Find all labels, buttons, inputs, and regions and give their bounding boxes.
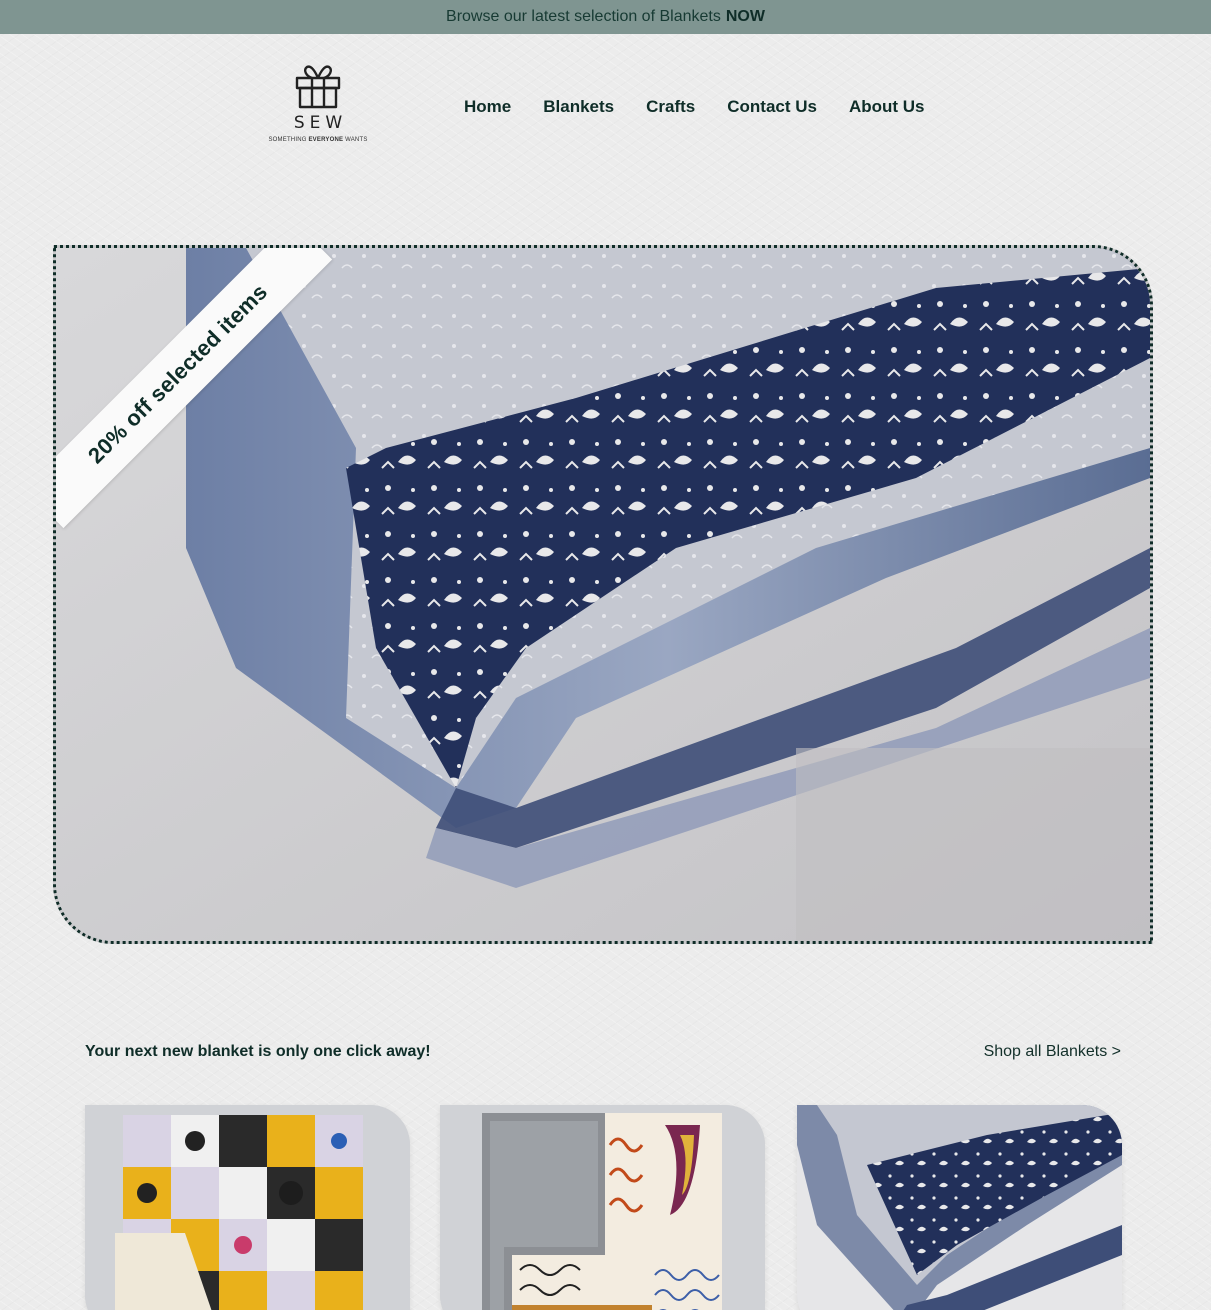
main-nav: Home Blankets Crafts Contact Us About Us	[464, 97, 957, 117]
nav-crafts[interactable]: Crafts	[646, 97, 695, 117]
product-image-3	[797, 1105, 1122, 1310]
announcement-emphasis[interactable]: NOW	[726, 8, 765, 26]
product-card-3[interactable]	[797, 1105, 1122, 1310]
nav-about-us[interactable]: About Us	[849, 97, 925, 117]
announcement-bar: Browse our latest selection of Blankets …	[0, 0, 1211, 34]
product-image-1	[85, 1105, 410, 1310]
product-image-2	[440, 1105, 765, 1310]
nav-home[interactable]: Home	[464, 97, 511, 117]
nav-blankets[interactable]: Blankets	[543, 97, 614, 117]
shop-all-blankets-link[interactable]: Shop all Blankets >	[984, 1043, 1121, 1061]
product-card-1[interactable]	[85, 1105, 410, 1310]
hero-banner[interactable]: 20% off selected items	[53, 245, 1153, 944]
brand-tagline: SOMETHING EVERYONE WANTS	[268, 137, 368, 143]
product-card-2[interactable]	[440, 1105, 765, 1310]
announcement-text: Browse our latest selection of Blankets	[446, 8, 721, 25]
blankets-heading: Your next new blanket is only one click …	[85, 1043, 431, 1060]
gift-icon	[295, 65, 341, 109]
nav-contact-us[interactable]: Contact Us	[727, 97, 817, 117]
site-logo[interactable]: SEW SOMETHING EVERYONE WANTS	[262, 62, 374, 154]
brand-name: SEW	[293, 113, 348, 133]
